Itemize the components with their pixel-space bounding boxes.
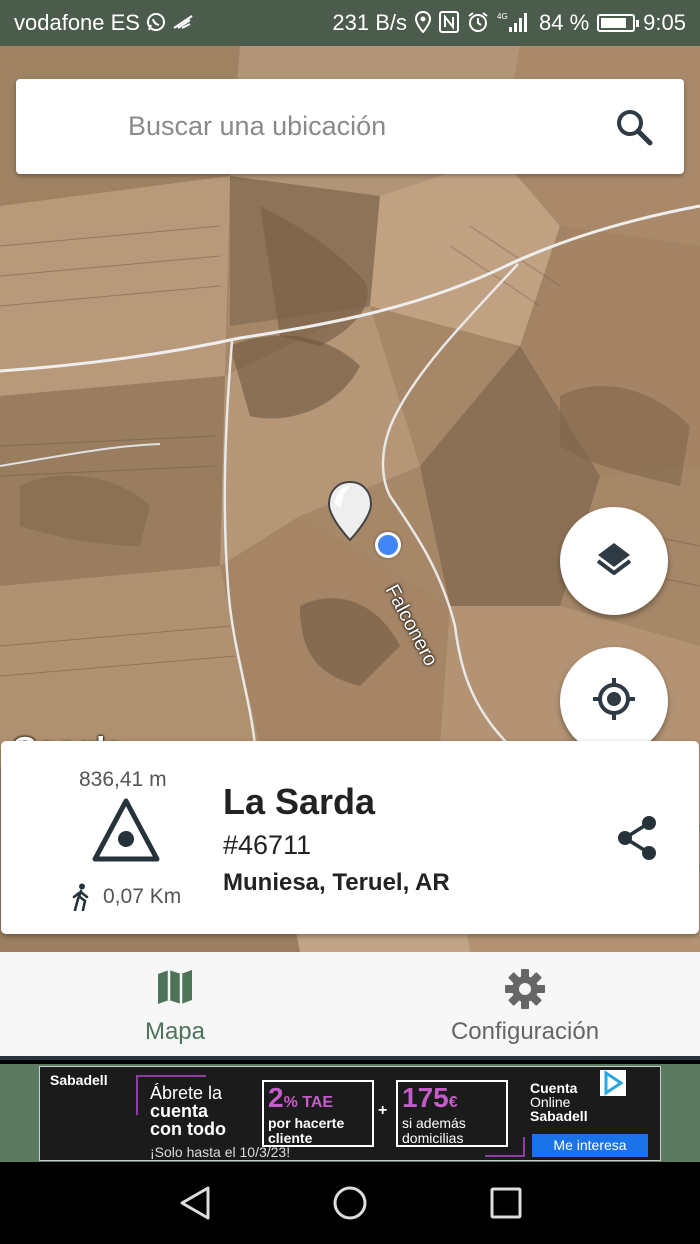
ad-product: Cuenta Online Sabadell [530, 1081, 588, 1123]
ad-plus: + [378, 1102, 388, 1119]
peak-info-card[interactable]: 836,41 m 0,07 Km La Sarda #46711 Muniesa… [1, 741, 699, 934]
network-type: 4G [497, 12, 508, 21]
battery-icon [597, 14, 640, 32]
signal-icon: 4G [497, 11, 531, 36]
search-input[interactable]: Buscar una ubicación [128, 111, 386, 142]
whatsapp-icon [146, 12, 166, 35]
ad-right-3: Sabadell [530, 1108, 588, 1124]
ad-headline-2: cuenta [150, 1101, 209, 1121]
ad-headline-3: con todo [150, 1119, 226, 1139]
layers-button[interactable] [560, 507, 668, 615]
share-icon[interactable] [615, 815, 661, 866]
ad-offer2-unit: € [448, 1094, 458, 1111]
alarm-icon [467, 11, 489, 36]
ad-offer1-big: 2 [268, 1082, 284, 1113]
nfc-icon [439, 10, 460, 36]
layers-icon [594, 539, 634, 584]
location-icon [415, 10, 432, 36]
system-navigation-bar [0, 1162, 700, 1244]
back-icon[interactable] [178, 1185, 212, 1226]
search-bar[interactable]: Buscar una ubicación [16, 79, 684, 174]
gear-icon [504, 968, 546, 1015]
tab-map[interactable]: Mapa [0, 952, 350, 1056]
tab-settings-label: Configuración [450, 1018, 600, 1045]
ad-headline: Ábrete la cuenta con todo [150, 1084, 260, 1138]
ad-offer1-unit: % TAE [283, 1094, 334, 1111]
tab-map-label: Mapa [144, 1018, 206, 1045]
ad-cta-button[interactable]: Me interesa [532, 1134, 648, 1157]
ad-headline-1: Ábrete la [150, 1083, 223, 1103]
peak-name: La Sarda [223, 781, 376, 822]
peak-marker[interactable] [327, 480, 373, 547]
carrier-label: vodafone ES [14, 10, 140, 35]
search-icon[interactable] [614, 107, 654, 147]
ad-offer2-text-2: domicilias [402, 1130, 464, 1146]
ad-offer-1: 2% TAE por hacerte cliente [262, 1080, 374, 1147]
map-icon [156, 968, 194, 1011]
adchoices-icon[interactable] [600, 1070, 626, 1096]
ad-brand-logo: Sabadell [50, 1072, 108, 1088]
ad-banner[interactable]: Sabadell Ábrete la cuenta con todo ¡Solo… [39, 1066, 661, 1161]
peak-id: #46711 [223, 830, 312, 860]
net-speed: 231 B/s [332, 10, 408, 35]
my-location-dot [375, 532, 401, 558]
ad-offer1-text-1: por hacerte [268, 1115, 345, 1131]
ad-offer2-text-1: si además [402, 1115, 466, 1131]
my-location-icon [591, 676, 637, 727]
home-icon[interactable] [332, 1185, 368, 1226]
recents-icon[interactable] [489, 1185, 523, 1226]
peak-location: Muniesa, Teruel, AR [223, 869, 450, 896]
walking-icon [71, 883, 91, 916]
ad-right-1: Cuenta [530, 1080, 578, 1096]
ad-container: Sabadell Ábrete la cuenta con todo ¡Solo… [0, 1064, 700, 1162]
my-location-button[interactable] [560, 647, 668, 755]
clock: 9:05 [643, 10, 686, 35]
distance-label: 0,07 Km [103, 885, 182, 908]
altitude-label: 836,41 m [79, 768, 167, 791]
wifi-off-icon [172, 12, 194, 35]
summit-icon [91, 797, 161, 868]
ad-offer2-big: 175 [402, 1082, 449, 1113]
battery-percent: 84 % [539, 10, 590, 35]
tab-settings[interactable]: Configuración [350, 952, 700, 1056]
bottom-navigation: Mapa Configuración [0, 952, 700, 1060]
ad-offer1-text-2: cliente [268, 1130, 313, 1146]
status-bar: vodafone ES 231 B/s 4G 84 % 9:05 [0, 0, 700, 46]
